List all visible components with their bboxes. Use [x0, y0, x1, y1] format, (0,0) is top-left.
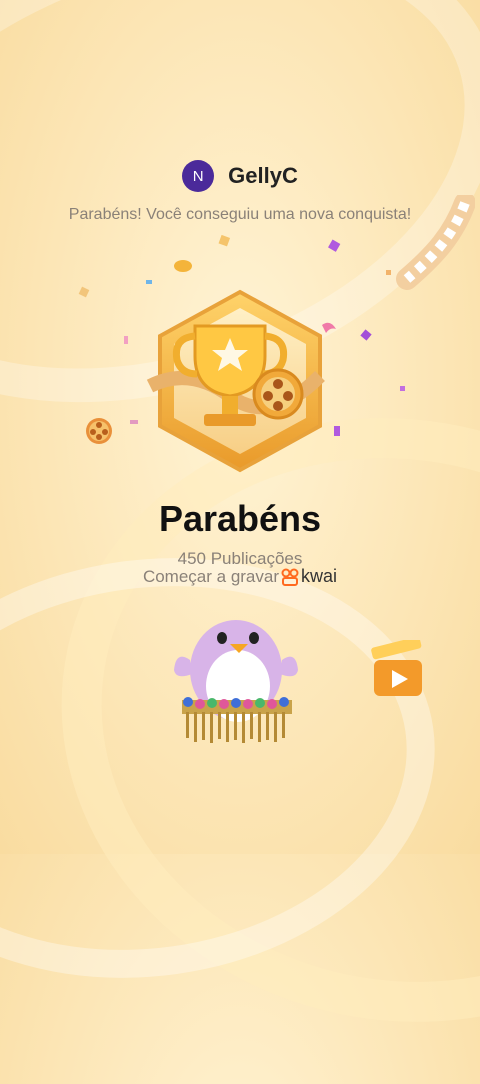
kwai-brand: kwai — [301, 566, 338, 586]
achievement-title: Parabéns — [158, 498, 322, 539]
kwai-logo-icon — [281, 568, 299, 586]
clapperboard-icon — [371, 640, 422, 696]
start-recording-label: Começar a gravar — [142, 566, 280, 586]
film-reel-icon — [86, 418, 112, 444]
penguin-mascot-icon — [174, 620, 298, 743]
trophy-badge-icon — [146, 289, 325, 473]
start-recording-button[interactable]: Começar a gravar kwai — [0, 566, 480, 587]
